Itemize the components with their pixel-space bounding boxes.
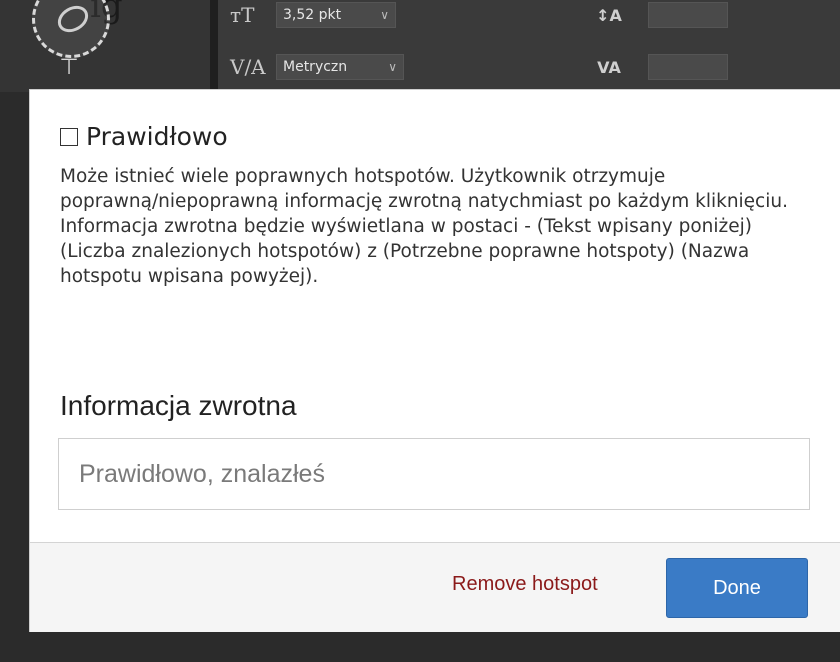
leading-icon: ↕A — [596, 5, 622, 25]
tracking-row: VA — [570, 52, 750, 82]
background-bottom — [0, 632, 840, 662]
panel-footer: Remove hotspot Done — [30, 542, 840, 632]
feedback-heading: Informacja zwrotna — [60, 390, 297, 421]
correct-checkbox-row[interactable]: Prawidłowo — [60, 122, 228, 151]
font-size-icon: тT — [230, 3, 255, 27]
kerning-row: V/A Metryczn ∨ — [230, 52, 404, 82]
correct-label: Prawidłowo — [86, 122, 228, 151]
leading-field[interactable] — [648, 2, 728, 28]
chevron-down-icon: ∨ — [380, 8, 389, 22]
feedback-input[interactable] — [58, 438, 810, 510]
done-button[interactable]: Done — [666, 558, 808, 618]
correct-checkbox[interactable] — [60, 127, 78, 146]
pin-icon: ⊤ — [59, 55, 79, 80]
leading-row: ↕A — [570, 0, 750, 30]
tracking-icon: VA — [597, 57, 621, 77]
hotspot-description: Może istnieć wiele poprawnych hotspotów.… — [60, 166, 788, 287]
font-size-row: тT 3,52 pkt ∨ — [230, 0, 396, 30]
kerning-icon: V/A — [230, 55, 266, 79]
background-divider — [210, 0, 218, 92]
hotspot-settings-panel: Prawidłowo Może istnieć wiele poprawnych… — [30, 90, 840, 632]
chevron-down-icon: ∨ — [388, 60, 397, 74]
tracking-field[interactable] — [648, 54, 728, 80]
hotspot-target-icon — [53, 0, 93, 38]
kerning-field[interactable]: Metryczn ∨ — [276, 54, 404, 80]
font-size-field[interactable]: 3,52 pkt ∨ — [276, 2, 396, 28]
remove-hotspot-link[interactable]: Remove hotspot — [452, 573, 598, 596]
